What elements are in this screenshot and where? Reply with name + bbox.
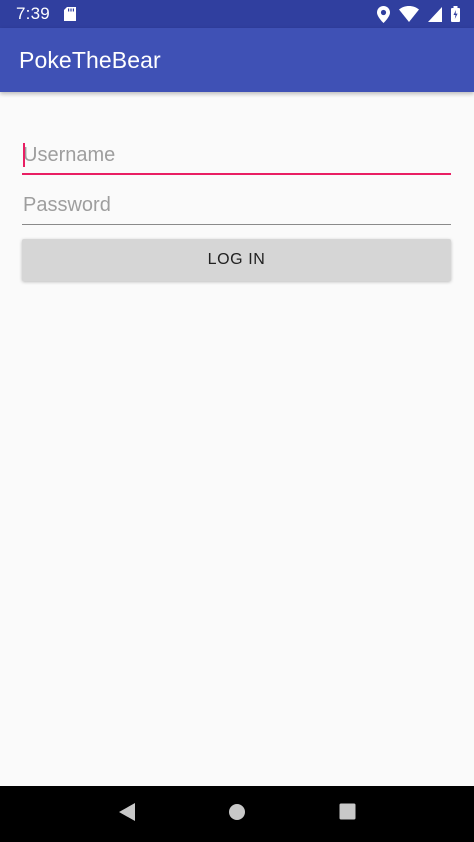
home-button[interactable] (207, 786, 267, 842)
password-input[interactable] (22, 185, 451, 225)
sd-card-icon (63, 7, 76, 21)
login-screen: 7:39 PokeTheBear Username LOG IN (0, 0, 474, 842)
app-bar: PokeTheBear (0, 28, 474, 92)
back-icon (118, 802, 136, 827)
home-icon (228, 803, 246, 826)
wifi-icon (399, 6, 419, 22)
app-title: PokeTheBear (19, 46, 161, 73)
status-icons (377, 5, 460, 23)
username-underline (22, 173, 451, 175)
status-bar: 7:39 (0, 0, 474, 28)
login-button[interactable]: LOG IN (22, 239, 451, 281)
navigation-bar (0, 786, 474, 842)
password-field[interactable] (22, 185, 451, 225)
username-field[interactable] (22, 135, 451, 175)
text-cursor (23, 143, 25, 167)
signal-icon (428, 6, 442, 22)
recents-icon (339, 803, 356, 825)
back-button[interactable] (97, 786, 157, 842)
recents-button[interactable] (317, 786, 377, 842)
battery-icon (451, 6, 460, 22)
location-icon (377, 5, 390, 23)
status-time: 7:39 (16, 4, 50, 23)
password-underline (22, 224, 451, 225)
username-input[interactable] (22, 135, 451, 175)
